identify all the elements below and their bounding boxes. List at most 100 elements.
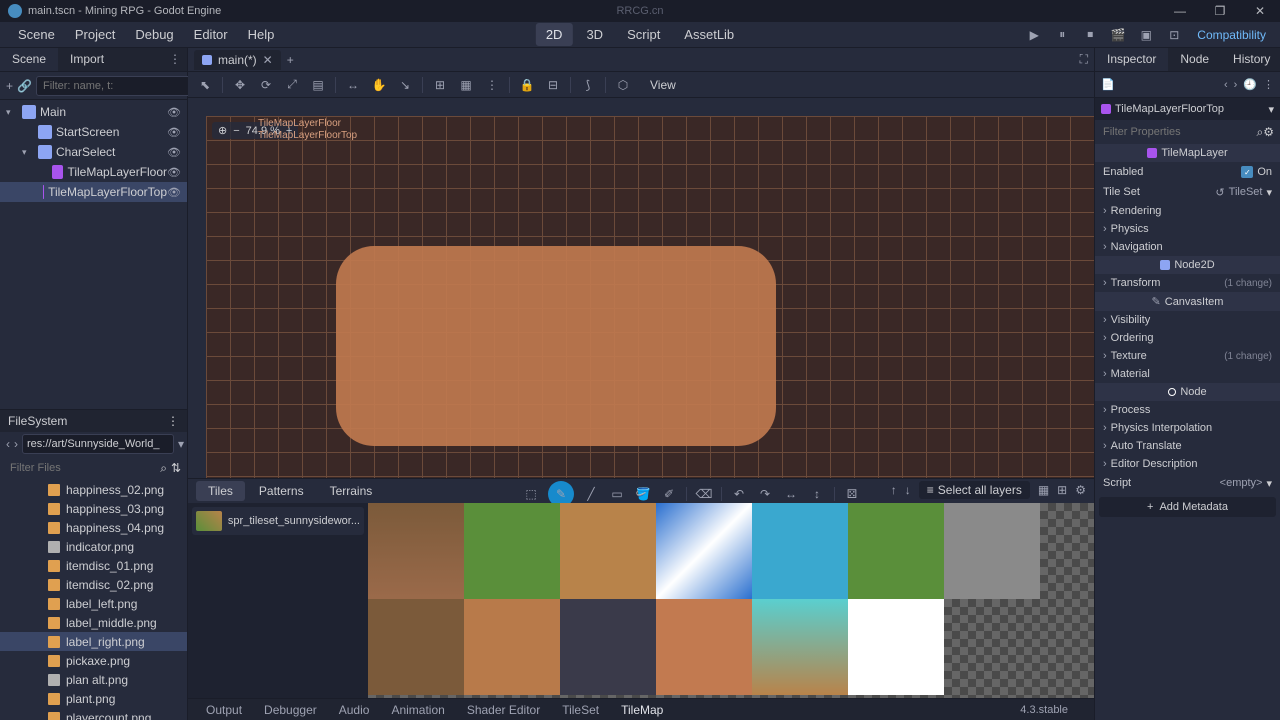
eraser-tool[interactable]: ⌫ bbox=[695, 485, 713, 503]
random-tool[interactable]: ⚄ bbox=[843, 485, 861, 503]
play-button[interactable]: ▶ bbox=[1023, 25, 1045, 45]
bottom-tab-debugger[interactable]: Debugger bbox=[254, 701, 327, 719]
highlight-button[interactable]: ▦ bbox=[1038, 483, 1049, 497]
group-material[interactable]: Material bbox=[1095, 365, 1280, 383]
tile-viewer[interactable] bbox=[368, 503, 1094, 698]
tree-node[interactable]: TileMapLayerFloorTop👁 bbox=[0, 182, 187, 202]
renderer-dropdown[interactable]: Compatibility bbox=[1191, 28, 1272, 42]
filter-options-icon[interactable]: ⚙ bbox=[1263, 125, 1274, 139]
group-auto-translate[interactable]: Auto Translate bbox=[1095, 437, 1280, 455]
file-item[interactable]: playercount.png bbox=[0, 708, 187, 720]
zoom-out-button[interactable]: − bbox=[233, 125, 239, 137]
insp-forward-button[interactable]: › bbox=[1234, 79, 1238, 91]
scene-tree[interactable]: ▾Main👁StartScreen👁▾CharSelect👁 TileMapLay… bbox=[0, 100, 187, 409]
inspector-filter-input[interactable] bbox=[1101, 124, 1257, 140]
group-physics[interactable]: Physics bbox=[1095, 220, 1280, 238]
pause-button[interactable]: ⏸ bbox=[1051, 25, 1073, 45]
minimize-button[interactable]: — bbox=[1160, 0, 1200, 22]
snap-menu-icon[interactable]: ⋮ bbox=[483, 76, 501, 94]
layer-up-button[interactable]: ↑ bbox=[891, 483, 897, 497]
group-tool[interactable]: ⊟ bbox=[544, 76, 562, 94]
selection-tool[interactable]: ⬚ bbox=[522, 485, 540, 503]
rect-tool[interactable]: ▭ bbox=[608, 485, 626, 503]
bottom-tab-tileset[interactable]: TileSet bbox=[552, 701, 609, 719]
scene-tab[interactable]: Scene bbox=[0, 48, 58, 71]
flip-v-tool[interactable]: ↕ bbox=[808, 485, 826, 503]
insp-menu-button[interactable]: 📄 bbox=[1101, 78, 1115, 91]
tree-node[interactable]: ▾Main👁 bbox=[0, 102, 187, 122]
file-item[interactable]: happiness_04.png bbox=[0, 518, 187, 537]
group-editor-description[interactable]: Editor Description bbox=[1095, 455, 1280, 473]
grid-toggle-button[interactable]: ⊞ bbox=[1057, 483, 1067, 497]
bottom-tab-audio[interactable]: Audio bbox=[329, 701, 380, 719]
layer-down-button[interactable]: ↓ bbox=[905, 483, 911, 497]
group-rendering[interactable]: Rendering bbox=[1095, 202, 1280, 220]
workspace-assetlib[interactable]: AssetLib bbox=[674, 23, 744, 46]
prop-script-value[interactable]: <empty> bbox=[1220, 477, 1263, 489]
bottom-tab-animation[interactable]: Animation bbox=[381, 701, 454, 719]
tilemap-tab-tiles[interactable]: Tiles bbox=[196, 481, 245, 501]
view-menu[interactable]: View bbox=[640, 76, 686, 94]
fs-filter-input[interactable] bbox=[6, 460, 156, 476]
file-item[interactable]: itemdisc_01.png bbox=[0, 556, 187, 575]
file-item[interactable]: label_middle.png bbox=[0, 613, 187, 632]
tree-node[interactable]: ▾CharSelect👁 bbox=[0, 142, 187, 162]
history-tab[interactable]: History bbox=[1221, 48, 1280, 71]
group-ordering[interactable]: Ordering bbox=[1095, 329, 1280, 347]
picker-tool[interactable]: ✐ bbox=[660, 485, 678, 503]
import-tab[interactable]: Import bbox=[58, 48, 116, 71]
filesystem-list[interactable]: happiness_02.pnghappiness_03.pnghappines… bbox=[0, 480, 187, 720]
filesystem-menu-icon[interactable]: ⋮ bbox=[167, 414, 179, 428]
node-tab[interactable]: Node bbox=[1168, 48, 1221, 71]
pick-tool[interactable]: ↘ bbox=[396, 76, 414, 94]
lock-tool[interactable]: 🔒 bbox=[518, 76, 536, 94]
group-visibility[interactable]: Visibility bbox=[1095, 311, 1280, 329]
bottom-tab-output[interactable]: Output bbox=[196, 701, 252, 719]
file-item[interactable]: happiness_02.png bbox=[0, 480, 187, 499]
snap-tool[interactable]: ⊞ bbox=[431, 76, 449, 94]
group-texture[interactable]: Texture(1 change) bbox=[1095, 347, 1280, 365]
rotate-right-tool[interactable]: ↷ bbox=[756, 485, 774, 503]
movie-button[interactable]: ⊡ bbox=[1163, 25, 1185, 45]
group-transform[interactable]: Transform(1 change) bbox=[1095, 274, 1280, 292]
scene-filter-input[interactable] bbox=[36, 76, 192, 96]
workspace-2d[interactable]: 2D bbox=[536, 23, 573, 46]
tree-node[interactable]: StartScreen👁 bbox=[0, 122, 187, 142]
fs-path-menu-icon[interactable]: ▾ bbox=[178, 437, 184, 451]
dropdown-icon[interactable]: ▾ bbox=[1266, 186, 1272, 199]
file-item[interactable]: plant.png bbox=[0, 689, 187, 708]
close-button[interactable]: ✕ bbox=[1240, 0, 1280, 22]
fs-back-button[interactable]: ‹ bbox=[6, 437, 10, 451]
insp-more-icon[interactable]: ⋮ bbox=[1263, 78, 1274, 91]
dropdown-icon[interactable]: ▾ bbox=[1266, 477, 1272, 490]
fs-path-input[interactable] bbox=[22, 434, 174, 454]
center-view-icon[interactable]: ⊕ bbox=[218, 124, 227, 137]
filter-search-icon[interactable]: ⌕ bbox=[1257, 125, 1264, 140]
workspace-script[interactable]: Script bbox=[617, 23, 670, 46]
undo-icon[interactable]: ↺ bbox=[1215, 186, 1224, 199]
pan-tool[interactable]: ✋ bbox=[370, 76, 388, 94]
file-item[interactable]: plan alt.png bbox=[0, 670, 187, 689]
stop-button[interactable]: ⏹ bbox=[1079, 25, 1101, 45]
group-process[interactable]: Process bbox=[1095, 401, 1280, 419]
maximize-button[interactable]: ❐ bbox=[1200, 0, 1240, 22]
workspace-3d[interactable]: 3D bbox=[576, 23, 613, 46]
move-tool[interactable]: ✥ bbox=[231, 76, 249, 94]
file-item[interactable]: itemdisc_02.png bbox=[0, 575, 187, 594]
menu-editor[interactable]: Editor bbox=[184, 23, 238, 46]
grid-tool[interactable]: ▦ bbox=[457, 76, 475, 94]
settings-button[interactable]: ⚙ bbox=[1075, 483, 1086, 497]
file-item[interactable]: happiness_03.png bbox=[0, 499, 187, 518]
tileset-item[interactable]: spr_tileset_sunnysidewor... bbox=[192, 507, 364, 535]
tileset-list[interactable]: spr_tileset_sunnysidewor... bbox=[188, 503, 368, 698]
add-node-button[interactable]: + bbox=[6, 77, 13, 95]
menu-scene[interactable]: Scene bbox=[8, 23, 65, 46]
file-item[interactable]: label_left.png bbox=[0, 594, 187, 613]
play-custom-button[interactable]: ▣ bbox=[1135, 25, 1157, 45]
canvas-extra-icon[interactable]: ⬡ bbox=[614, 76, 632, 94]
inspector-nodepath[interactable]: TileMapLayerFloorTop ▾ bbox=[1095, 98, 1280, 120]
bottom-tab-tilemap[interactable]: TileMap bbox=[611, 701, 673, 719]
document-tab[interactable]: main(*) ✕ bbox=[194, 50, 281, 70]
file-item[interactable]: label_right.png bbox=[0, 632, 187, 651]
add-metadata-button[interactable]: + Add Metadata bbox=[1099, 497, 1276, 517]
